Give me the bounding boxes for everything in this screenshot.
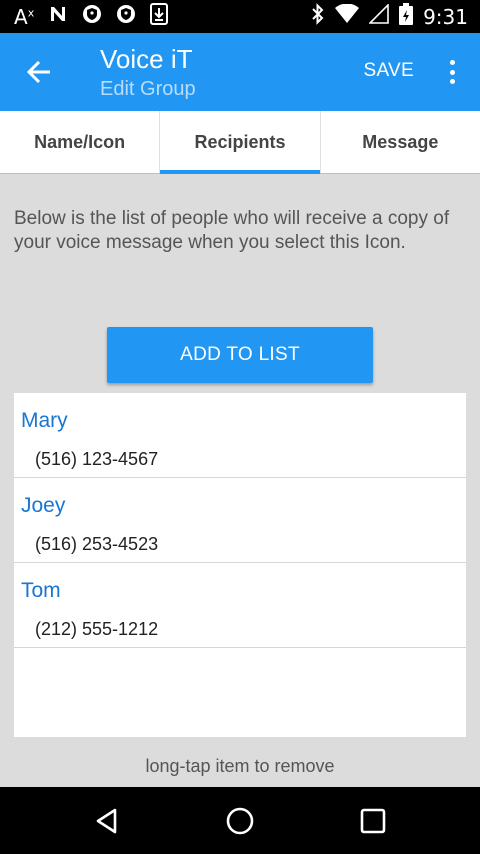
arrow-back-icon xyxy=(26,60,50,84)
tab-bar: Name/Icon Recipients Message xyxy=(0,111,480,174)
battery-icon xyxy=(399,3,414,30)
recipient-name: Joey xyxy=(21,494,66,517)
recipient-phone: (212) 555-1212 xyxy=(35,619,159,639)
bluetooth-icon xyxy=(311,3,325,30)
tab-recipients[interactable]: Recipients xyxy=(159,111,320,174)
shield-icon xyxy=(82,4,102,29)
description-text: Below is the list of people who will rec… xyxy=(14,208,450,253)
tab-name-icon[interactable]: Name/Icon xyxy=(0,111,159,173)
app-title: Voice iT xyxy=(100,44,193,74)
status-bar: Ax 9:31 xyxy=(0,0,480,33)
circle-home-icon xyxy=(226,807,254,834)
back-button[interactable] xyxy=(22,55,56,89)
app-titles: Voice iT Edit Group xyxy=(100,43,196,103)
triangle-back-icon xyxy=(96,808,116,833)
recipient-phone: (516) 253-4523 xyxy=(35,534,159,554)
save-button[interactable]: SAVE xyxy=(364,60,414,82)
nav-back-button[interactable] xyxy=(87,801,127,841)
tab-message[interactable]: Message xyxy=(319,111,480,173)
recipient-name: Tom xyxy=(21,579,61,602)
overflow-menu-icon[interactable] xyxy=(440,55,464,89)
list-item[interactable]: Joey (516) 253-4523 xyxy=(14,478,466,563)
download-icon xyxy=(150,3,169,30)
status-text-a: Ax xyxy=(14,4,35,29)
navigation-bar xyxy=(0,787,480,854)
nav-recents-button[interactable] xyxy=(353,801,393,841)
recipient-phone: (516) 123-4567 xyxy=(35,449,159,469)
add-to-list-button[interactable]: ADD TO LIST xyxy=(107,327,373,383)
square-recents-icon xyxy=(361,808,386,833)
shield-icon-2 xyxy=(116,4,136,29)
app-subtitle: Edit Group xyxy=(100,78,196,100)
app-bar: Voice iT Edit Group SAVE xyxy=(0,33,480,111)
hint-text: long-tap item to remove xyxy=(145,756,335,776)
n-notification-icon xyxy=(48,4,68,29)
list-item[interactable]: Mary (516) 123-4567 xyxy=(14,393,466,478)
status-time: 9:31 xyxy=(423,4,468,29)
list-item[interactable]: Tom (212) 555-1212 xyxy=(14,563,466,648)
recipient-list: Mary (516) 123-4567 Joey (516) 253-4523 … xyxy=(14,393,466,737)
wifi-icon xyxy=(335,3,360,29)
recipient-name: Mary xyxy=(21,409,68,432)
signal-icon xyxy=(368,3,389,29)
nav-home-button[interactable] xyxy=(220,801,260,841)
